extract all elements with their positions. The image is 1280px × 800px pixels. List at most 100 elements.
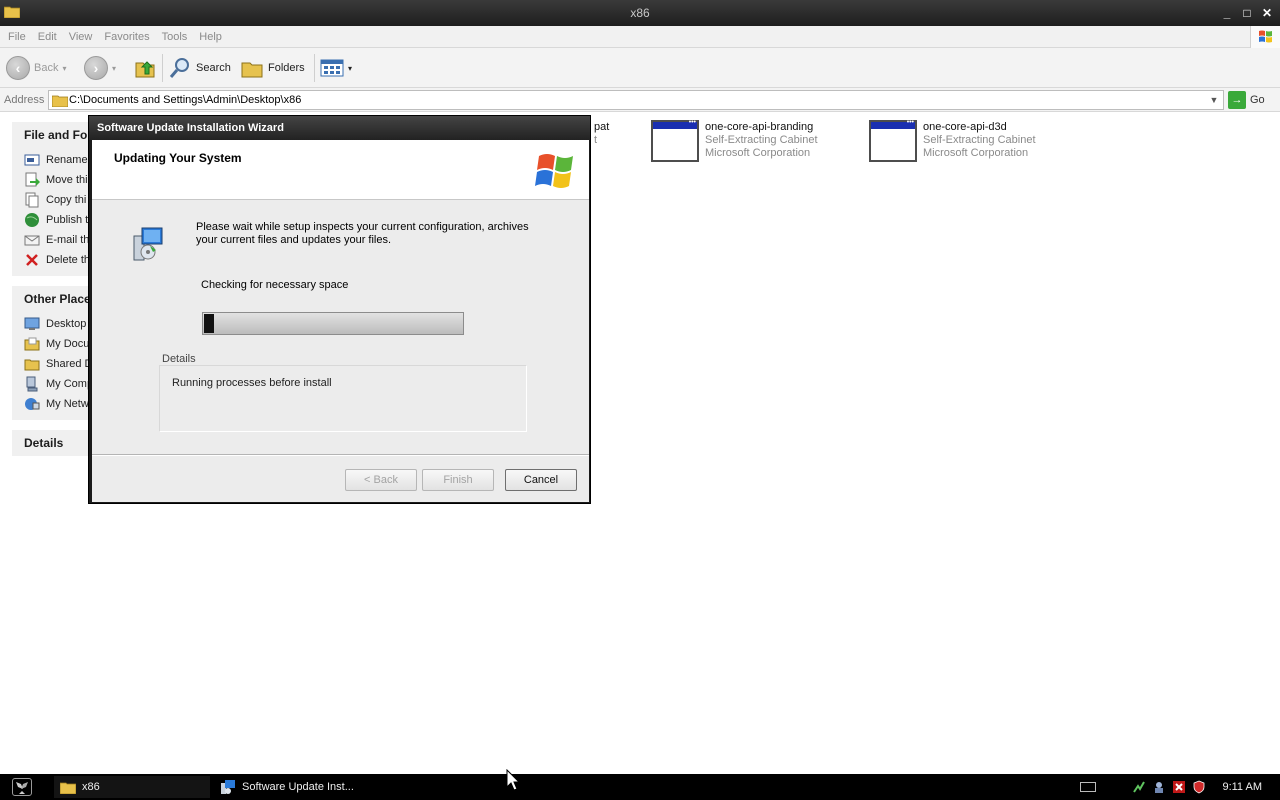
button-separator xyxy=(92,454,589,456)
explorer-titlebar[interactable]: x86 _ □ ✕ xyxy=(0,0,1280,26)
details-box: Running processes before install xyxy=(159,365,527,432)
progress-fill xyxy=(204,314,215,333)
place-label: My Netw xyxy=(46,398,89,410)
shield-icon[interactable] xyxy=(1192,780,1206,794)
folders-button[interactable]: Folders xyxy=(240,55,305,81)
up-folder-icon xyxy=(135,61,155,78)
task-label: Software Update Inst... xyxy=(242,781,354,793)
taskbar-task-wizard[interactable]: Software Update Inst... xyxy=(214,776,370,798)
go-label: Go xyxy=(1250,94,1265,106)
desktop-icon xyxy=(24,317,40,330)
chevron-down-icon: ▾ xyxy=(112,63,117,73)
wizard-titlebar[interactable]: Software Update Installation Wizard xyxy=(89,116,590,140)
forward-button[interactable]: › ▾ xyxy=(84,55,116,81)
finish-button[interactable]: Finish xyxy=(422,469,494,491)
details-text: Running processes before install xyxy=(172,377,332,389)
file-type: t xyxy=(594,134,598,146)
up-folder-button[interactable] xyxy=(134,55,156,81)
folder-icon xyxy=(60,782,76,794)
cabinet-file-icon xyxy=(869,119,917,162)
rename-icon xyxy=(24,154,40,166)
task-label: Copy thi xyxy=(46,194,87,206)
email-icon xyxy=(24,235,40,246)
search-icon xyxy=(169,58,189,78)
forward-arrow-icon: › xyxy=(84,56,108,80)
views-icon xyxy=(320,59,344,77)
standard-toolbar: ‹ Back ▾ › ▾ Search Folders ▾ xyxy=(0,48,1280,88)
chevron-down-icon: ▾ xyxy=(62,63,67,73)
address-dropdown-icon[interactable]: ▼ xyxy=(1207,93,1221,107)
file-company: Microsoft Corporation xyxy=(705,147,811,159)
file-company: Microsoft Corporation xyxy=(923,147,1029,159)
keyboard-icon[interactable] xyxy=(1080,782,1097,792)
setup-icon xyxy=(221,780,235,794)
task-label: Move thi xyxy=(46,174,88,186)
file-item[interactable]: one-core-api-d3d Self-Extracting Cabinet… xyxy=(869,119,1036,162)
user-tray-icon[interactable] xyxy=(1152,780,1166,794)
clock[interactable]: 9:11 AM xyxy=(1222,781,1262,793)
address-bar: Address C:\Documents and Settings\Admin\… xyxy=(0,88,1280,112)
maximize-button[interactable]: □ xyxy=(1238,4,1256,22)
file-name: pat xyxy=(594,121,610,133)
menu-help[interactable]: Help xyxy=(193,27,228,47)
minimize-button[interactable]: _ xyxy=(1218,4,1236,22)
folders-label: Folders xyxy=(268,62,305,74)
system-tray: 9:11 AM xyxy=(1080,774,1280,800)
address-field[interactable]: C:\Documents and Settings\Admin\Desktop\… xyxy=(48,90,1224,110)
network-tray-icon[interactable] xyxy=(1132,780,1146,794)
views-button[interactable]: ▾ xyxy=(320,55,352,81)
security-alert-icon[interactable] xyxy=(1172,780,1186,794)
close-button[interactable]: ✕ xyxy=(1258,4,1276,22)
place-label: Shared D xyxy=(46,358,93,370)
back-arrow-icon: ‹ xyxy=(6,56,30,80)
go-button[interactable]: → Go xyxy=(1228,91,1265,109)
network-icon xyxy=(25,398,40,410)
wizard-status: Checking for necessary space xyxy=(201,279,349,291)
search-button[interactable]: Search xyxy=(168,55,231,81)
folders-icon xyxy=(241,62,263,78)
wizard-message: Please wait while setup inspects your cu… xyxy=(196,221,529,246)
cabinet-file-icon xyxy=(651,119,699,162)
task-label: E-mail th xyxy=(46,234,90,246)
task-label: x86 xyxy=(82,781,100,793)
setup-computer-icon xyxy=(133,227,163,261)
file-type: Self-Extracting Cabinet xyxy=(705,134,818,146)
menu-file[interactable]: File xyxy=(2,27,32,47)
shared-folder-icon xyxy=(24,359,40,371)
my-computer-icon xyxy=(26,376,38,392)
back-button[interactable]: ‹ Back ▾ xyxy=(6,55,66,81)
start-button[interactable] xyxy=(12,778,32,796)
file-item[interactable]: one-core-api-branding Self-Extracting Ca… xyxy=(651,119,818,162)
back-button[interactable]: < Back xyxy=(345,469,417,491)
folder-icon xyxy=(52,95,68,107)
windows-logo-icon xyxy=(535,154,573,188)
delete-icon xyxy=(26,254,38,266)
cancel-button[interactable]: Cancel xyxy=(505,469,577,491)
file-name: one-core-api-d3d xyxy=(923,121,1007,133)
globe-icon xyxy=(25,213,39,227)
move-icon xyxy=(25,172,40,187)
file-type: Self-Extracting Cabinet xyxy=(923,134,1036,146)
address-label: Address xyxy=(4,94,45,106)
windows-logo-icon xyxy=(1250,26,1280,48)
task-label: Rename xyxy=(46,154,88,166)
menu-view[interactable]: View xyxy=(63,27,99,47)
menu-favorites[interactable]: Favorites xyxy=(98,27,155,47)
mouse-cursor-icon xyxy=(506,769,520,791)
taskbar-task-explorer[interactable]: x86 xyxy=(54,776,210,798)
task-label: Publish t xyxy=(46,214,89,226)
copy-icon xyxy=(25,192,39,208)
wizard-heading: Updating Your System xyxy=(114,151,242,165)
go-arrow-icon: → xyxy=(1228,91,1246,109)
search-label: Search xyxy=(196,62,231,74)
details-label: Details xyxy=(162,353,196,365)
update-wizard-dialog: Software Update Installation Wizard Upda… xyxy=(88,115,591,504)
file-name: one-core-api-branding xyxy=(705,121,814,133)
address-path: C:\Documents and Settings\Admin\Desktop\… xyxy=(69,94,302,106)
menu-tools[interactable]: Tools xyxy=(156,27,194,47)
start-icon xyxy=(16,782,28,794)
chevron-down-icon: ▾ xyxy=(348,63,353,73)
menu-edit[interactable]: Edit xyxy=(32,27,63,47)
wizard-header: Updating Your System xyxy=(92,140,589,200)
place-label: Desktop xyxy=(46,318,87,330)
